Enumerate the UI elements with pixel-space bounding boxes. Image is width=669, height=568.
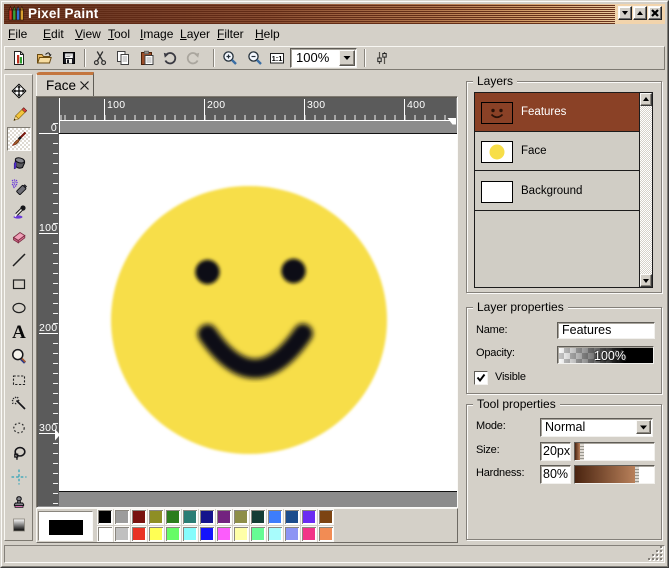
svg-text:A: A (12, 324, 26, 340)
svg-text:1:1: 1:1 (272, 54, 283, 63)
